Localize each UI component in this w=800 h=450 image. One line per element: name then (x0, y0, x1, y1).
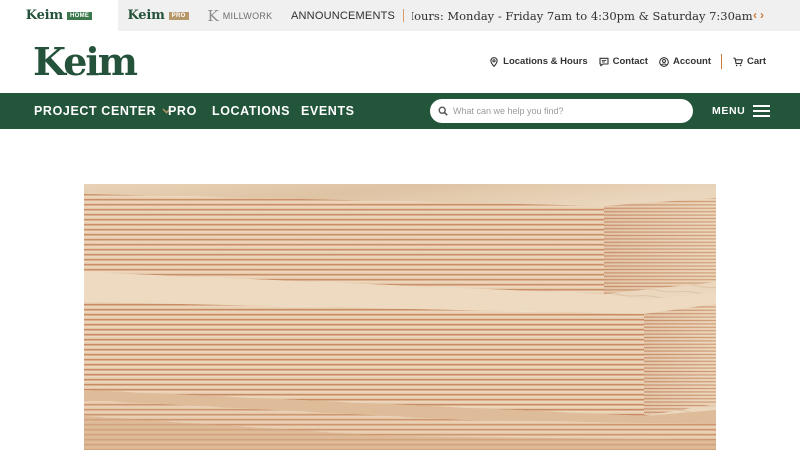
brand-bar: Keim HOME Keim PRO K MILLWORK ANNOUNCEME… (0, 0, 800, 31)
brand-badge-home: HOME (66, 11, 93, 20)
ticker-controls: ‹ › (753, 8, 764, 22)
brand-tab-keim-home[interactable]: Keim HOME (0, 0, 118, 31)
chat-icon (599, 57, 609, 66)
brand-tab-keim-pro[interactable]: Keim PRO (118, 0, 198, 31)
announcement-text: Hours: Monday - Friday 7am to 4:30pm & S… (412, 8, 754, 23)
nav-locations[interactable]: LOCATIONS (212, 93, 290, 129)
announcements-divider (403, 9, 405, 22)
cart-link[interactable]: Cart (733, 56, 766, 67)
brand-badge-pro: PRO (168, 11, 189, 20)
menu-button[interactable]: MENU (712, 93, 771, 129)
location-pin-icon (490, 56, 498, 67)
announcements-ticker: Hours: Monday - Friday 7am to 4:30pm & S… (412, 0, 754, 31)
hamburger-icon (753, 105, 771, 117)
utility-links: Locations & Hours Contact Account Cart (478, 54, 766, 69)
keim-logo[interactable]: Keim (33, 42, 138, 82)
site-header: Keim Locations & Hours Contact Account C… (0, 31, 800, 93)
brand-wordmark: Keim (127, 8, 165, 23)
contact-label: Contact (612, 56, 648, 67)
account-link[interactable]: Account (659, 56, 711, 67)
nav-events[interactable]: EVENTS (301, 93, 355, 129)
brand-tab-keim-millwork[interactable]: K MILLWORK (198, 0, 282, 31)
nav-item-label: PRO (168, 104, 197, 118)
millwork-wordmark: MILLWORK (222, 10, 273, 21)
contact-link[interactable]: Contact (599, 56, 648, 67)
main-nav: PROJECT CENTER PRO LOCATIONS EVENTS MENU (0, 93, 800, 129)
nav-project-center[interactable]: PROJECT CENTER (34, 93, 171, 129)
account-label: Account (672, 56, 711, 67)
plywood-stack-illustration (84, 184, 716, 450)
brand-wordmark: Keim (25, 8, 63, 23)
user-icon (659, 56, 669, 67)
cart-label: Cart (746, 56, 766, 67)
nav-item-label: PROJECT CENTER (34, 104, 157, 118)
search-icon[interactable] (438, 106, 448, 116)
nav-item-label: LOCATIONS (212, 104, 291, 118)
millwork-k-logo: K (207, 6, 219, 25)
header-divider (720, 54, 722, 69)
locations-hours-label: Locations & Hours (503, 56, 588, 67)
search-input[interactable] (453, 106, 683, 116)
search-bar (430, 99, 693, 123)
hero-image-plywood (84, 184, 716, 450)
nav-pro[interactable]: PRO (168, 93, 197, 129)
cart-icon (733, 57, 743, 66)
ticker-next-icon[interactable]: › (760, 8, 764, 22)
menu-label: MENU (712, 105, 746, 117)
locations-hours-link[interactable]: Locations & Hours (489, 56, 588, 67)
ticker-prev-icon[interactable]: ‹ (753, 8, 757, 22)
nav-item-label: EVENTS (301, 104, 355, 118)
announcements-label: ANNOUNCEMENTS (291, 9, 396, 22)
